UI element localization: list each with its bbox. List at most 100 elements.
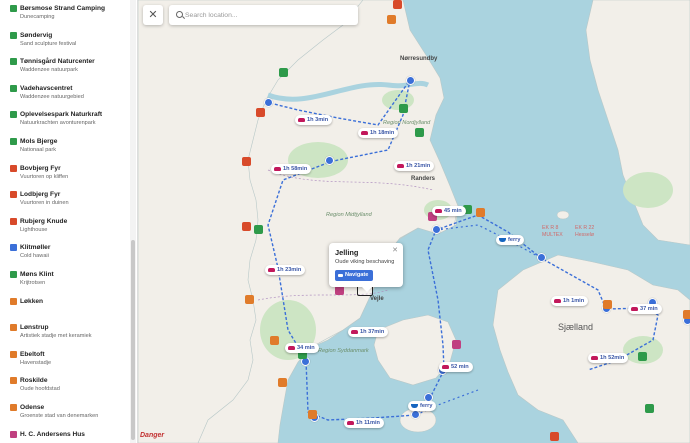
map[interactable]: Nørresundby Region Nordjylland Randers R… [138,0,690,443]
route-time-label[interactable]: 34 min [285,343,319,353]
car-icon [361,131,368,135]
route-time-label[interactable]: 1h 1min [551,296,589,306]
poi-marker[interactable] [645,404,654,413]
map-label-multex: MULTEX [542,232,563,238]
poi-marker[interactable] [242,222,251,231]
place-type-icon [10,138,17,145]
place-name: Børsmose Strand Camping [20,5,106,12]
place-type-icon [10,404,17,411]
map-label-region-nordjylland: Region Nordjylland [383,120,431,126]
poi-marker[interactable] [245,295,254,304]
place-name: Bovbjerg Fyr [20,164,61,172]
place-type-icon [10,164,17,172]
ferry-icon [499,238,506,242]
navigate-button[interactable]: Navigate [335,270,374,281]
place-type-icon [10,84,17,92]
map-label-region-midtjylland: Region Midtjylland [326,212,372,218]
place-item[interactable]: Børsmose Strand Camping Dunecamping [0,0,130,27]
place-item[interactable]: Søndervig Sand sculpture festival [0,27,130,54]
route-time-label[interactable]: 1h 37min [348,327,389,337]
route-waypoint[interactable] [432,225,441,234]
close-button[interactable]: ✕ [143,5,163,25]
route-time-label[interactable]: 37 min [628,304,662,314]
route-time-label[interactable]: 45 min [432,206,466,216]
place-name: Møns Klint [20,271,54,278]
place-item[interactable]: Lønstrup Artistiek stadje met keramiek [0,319,130,346]
place-item[interactable]: Løkken [0,293,130,320]
route-time-label[interactable]: 1h 23min [265,265,306,275]
place-name: Tønnisgård Naturcenter [20,58,95,66]
popup-close-icon[interactable]: ✕ [392,246,398,254]
route-waypoint[interactable] [537,253,546,262]
nature-area [382,90,414,110]
place-description: Vuurtoren in duinen [20,200,69,207]
poi-marker[interactable] [308,410,317,419]
route-time-label[interactable]: 52 min [439,362,473,372]
poi-marker[interactable] [387,15,396,24]
poi-marker[interactable] [279,68,288,77]
car-icon [347,421,354,425]
island [556,210,570,220]
scrollbar-thumb[interactable] [131,240,135,440]
place-item[interactable]: Roskilde Oude hoofdstad [0,372,130,399]
map-label-randers: Randers [411,176,436,182]
poi-marker[interactable] [270,336,279,345]
route-time-label[interactable]: 1h 21min [394,161,435,171]
popup-title: Jelling [335,248,359,257]
map-label-vejle: Vejle [370,296,384,302]
sidebar: Børsmose Strand Camping Dunecamping Sønder… [0,0,138,443]
poi-marker[interactable] [603,300,612,309]
place-item[interactable]: Vadehavscentret Waddenzee natuurgebied [0,80,130,107]
poi-marker[interactable] [476,208,485,217]
place-item[interactable]: H. C. Andersens Hus [0,426,130,443]
place-name: Lodbjerg Fyr [20,191,61,199]
poi-marker[interactable] [638,352,647,361]
place-type-icon [10,111,17,119]
car-icon [298,118,305,122]
poi-marker[interactable] [278,378,287,387]
place-type-icon [10,58,17,66]
route-waypoint[interactable] [325,156,334,165]
place-item[interactable]: Odense Groenste stad van denemarken [0,399,130,426]
place-description: Krijtrotsen [20,280,46,286]
route-time-label[interactable]: 1h 18min [358,128,399,138]
place-item[interactable]: Ebeltoft Havenstadje [0,346,130,373]
poi-marker[interactable] [452,340,461,349]
search-box[interactable] [169,5,358,25]
poi-marker[interactable] [415,128,424,137]
poi-marker[interactable] [550,432,559,441]
place-name: Ebeltoft [20,350,45,358]
place-description: Waddenzee natuurgebied [20,93,84,100]
poi-marker[interactable] [393,0,402,9]
poi-marker[interactable] [254,225,263,234]
place-type-icon [10,191,17,199]
place-item[interactable]: Klitmøller Cold hawaii [0,239,130,266]
search-input[interactable] [185,8,353,22]
place-type-icon [10,217,17,225]
car-icon [274,167,281,171]
place-item[interactable]: Mols Bjerge Nationaal park [0,133,130,160]
popup-subtitle: Oude viking beschaving [335,259,395,265]
place-name: Løkken [20,297,44,305]
poi-marker[interactable] [256,108,265,117]
route-waypoint[interactable] [264,98,273,107]
place-item[interactable]: Rubjerg Knude Lighthouse [0,213,130,240]
route-time-label[interactable]: 1h 52min [588,353,629,363]
route-time-label[interactable]: 1h 58min [271,164,312,174]
route-time-label[interactable]: ferry [408,401,437,411]
place-item[interactable]: Oplevelsespark Naturkraft Natuurkrachten … [0,106,130,133]
poi-marker[interactable] [399,104,408,113]
route-time-label[interactable]: ferry [496,235,525,245]
poi-marker[interactable] [683,310,690,319]
route-waypoint[interactable] [406,76,415,85]
poi-marker[interactable] [242,157,251,166]
place-item[interactable]: Lodbjerg Fyr Vuurtoren in duinen [0,186,130,213]
place-item[interactable]: Møns Klint Krijtrotsen [0,266,130,293]
poi-marker[interactable] [335,286,344,295]
route-waypoint[interactable] [411,410,420,419]
search-icon [176,11,183,18]
place-item[interactable]: Bovbjerg Fyr Vuurtoren op kliffen [0,160,130,187]
route-time-label[interactable]: 1h 11min [344,418,384,428]
place-item[interactable]: Tønnisgård Naturcenter Waddenzee natuurpa… [0,53,130,80]
route-time-label[interactable]: 1h 3min [295,115,333,125]
